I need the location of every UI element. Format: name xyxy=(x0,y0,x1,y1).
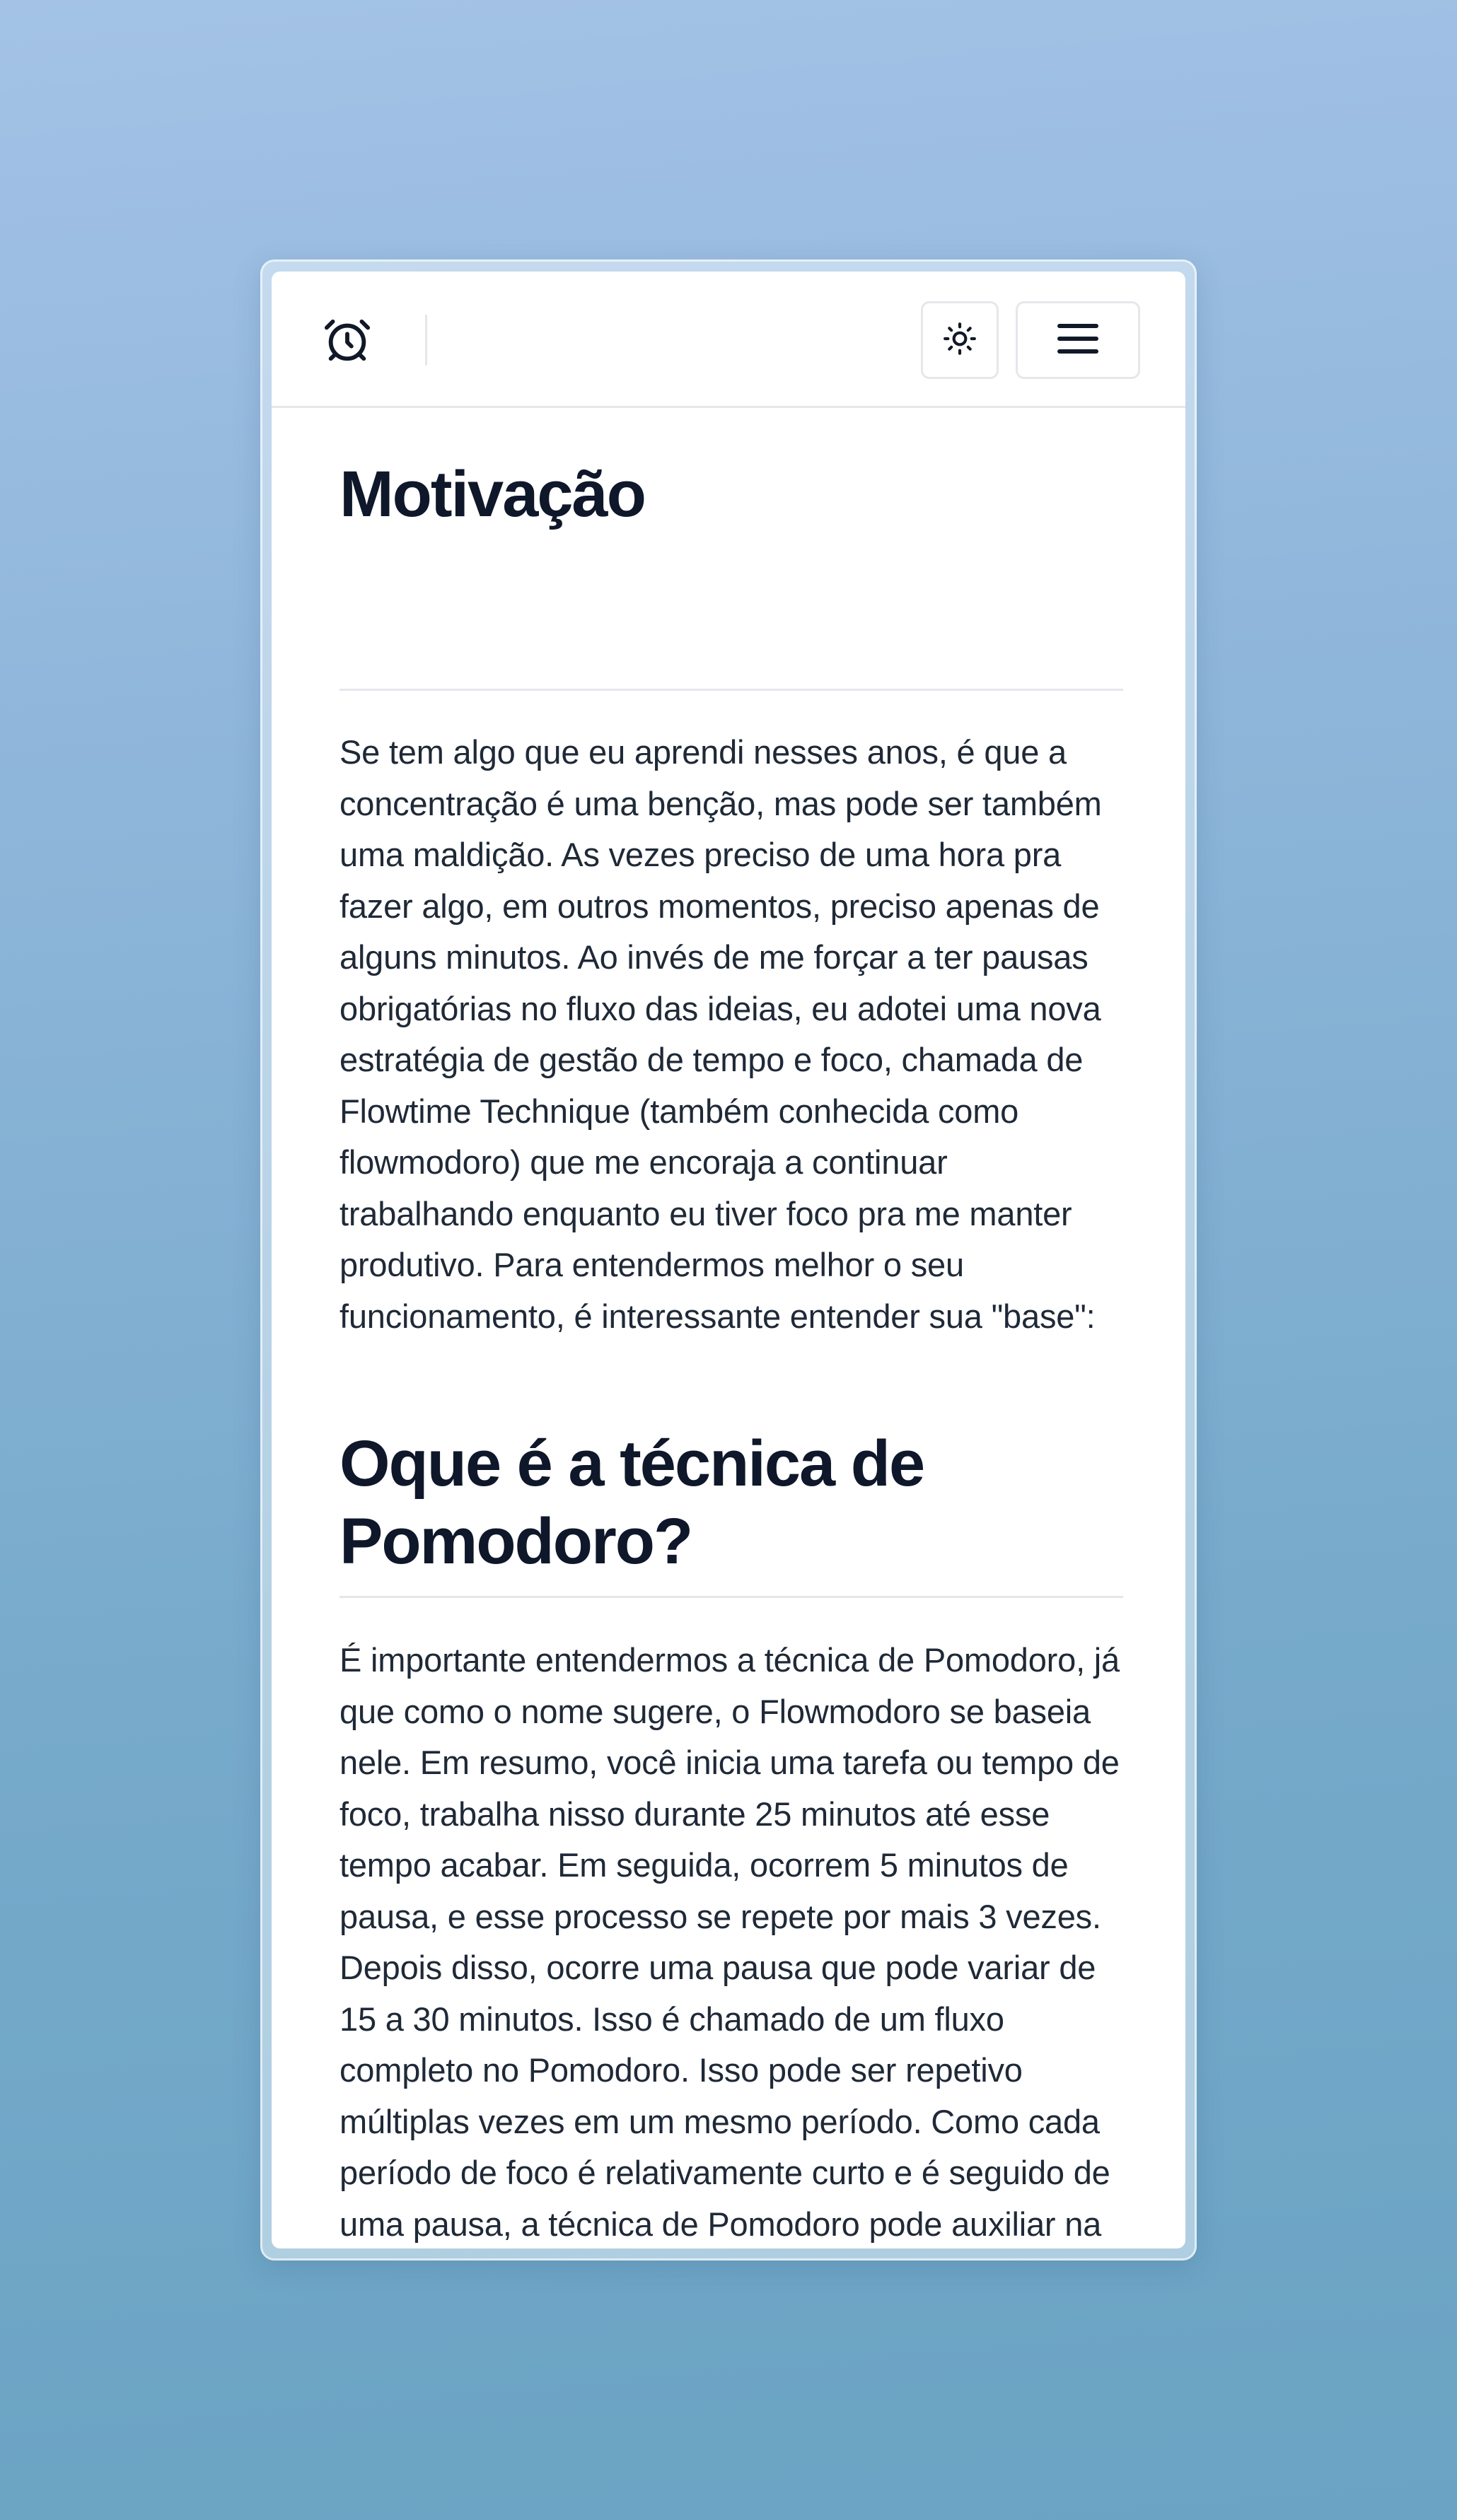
menu-button[interactable] xyxy=(1016,301,1140,379)
alarm-clock-icon[interactable] xyxy=(323,315,372,365)
heading-divider xyxy=(339,1596,1123,1598)
hamburger-menu-icon xyxy=(1055,320,1101,361)
theme-toggle-button[interactable] xyxy=(921,301,999,379)
section-heading-pomodoro: Oque é a técnica de Pomodoro? xyxy=(339,1428,925,1577)
nav-divider xyxy=(425,315,427,366)
heading-divider xyxy=(339,689,1123,691)
paragraph-motivacao: Se tem algo que eu aprendi nesses anos, … xyxy=(339,733,1102,1335)
sun-icon xyxy=(942,321,977,360)
app-window: Motivação Se tem algo que eu aprendi nes… xyxy=(272,272,1185,2248)
paragraph-pomodoro: É importante entendermos a técnica de Po… xyxy=(339,1641,1120,2243)
navbar xyxy=(272,272,1185,408)
section-heading-motivacao: Motivação xyxy=(339,458,646,530)
